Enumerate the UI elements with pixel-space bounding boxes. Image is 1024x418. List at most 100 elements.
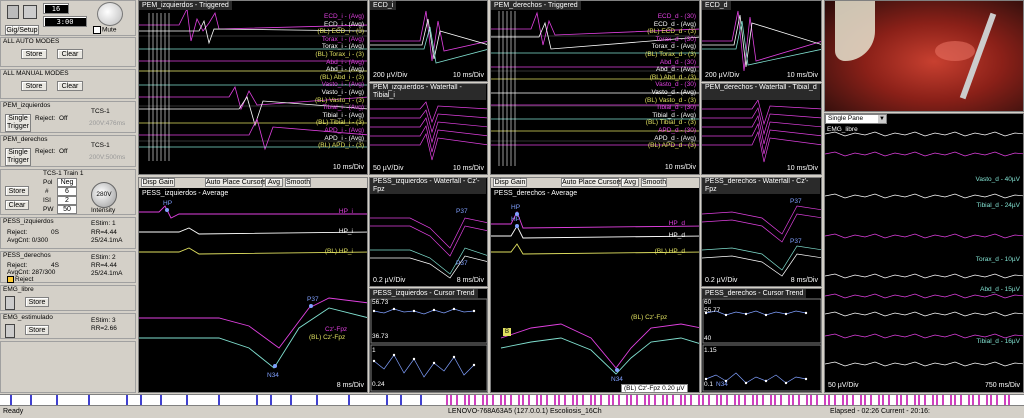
- trace-label: (BL) HP_i: [324, 248, 353, 255]
- tcs-detail: 200V:500ms: [89, 154, 126, 161]
- volume-knob-icon[interactable]: [97, 2, 123, 26]
- store-button[interactable]: Store: [25, 297, 49, 307]
- timeline-event: [842, 395, 844, 405]
- pess-izquierdos-group: PESS_izquierdos EStim: 1 Reject: 0S AvgC…: [0, 217, 136, 249]
- trend-point: [392, 353, 396, 357]
- time-scale: 8 ms/Div: [790, 277, 818, 284]
- pw-label: PW: [43, 206, 54, 213]
- timeline-event: [942, 395, 944, 405]
- store-button[interactable]: Store: [21, 49, 47, 59]
- peak-label: HP: [511, 204, 521, 211]
- pess-derechos-average-panel[interactable]: Disp Gain Auto Place Cursors Avg Smooth …: [490, 177, 700, 393]
- baseline-marker: B: [503, 328, 511, 336]
- clear-button[interactable]: Clear: [5, 200, 29, 210]
- ecd-d-panel[interactable]: ECD_d 200 µV/Div 10 ms/Div: [701, 0, 822, 82]
- gain-setup-button[interactable]: Gig/Setup: [5, 25, 39, 35]
- mute-checkbox[interactable]: Mute: [93, 26, 116, 34]
- event-timeline[interactable]: [0, 394, 1024, 405]
- pem-derechos-waterfall-panel[interactable]: PEM_derechos - Waterfall - Tibial_d 10 m…: [701, 83, 822, 175]
- isi-label: ISI: [43, 197, 51, 204]
- trace: [139, 227, 367, 235]
- trend-point: [744, 381, 748, 385]
- trend-point: [804, 377, 808, 381]
- waterfall-traces: [370, 217, 487, 279]
- emg-libre-panel[interactable]: Single Pane ▼ EMG_libre Vasto_d - 40µV T…: [824, 113, 1024, 393]
- store-button[interactable]: Store: [21, 81, 47, 91]
- timeline-event: [522, 395, 524, 405]
- pess-izquierdos-cursor-trend-panel[interactable]: PESS_izquierdos - Cursor Trend 56.73 36.…: [369, 288, 488, 393]
- trace-label: Torax_d - 10µV: [975, 256, 1020, 263]
- trend-point: [432, 361, 436, 365]
- trace: [825, 273, 1023, 279]
- trace-label: (BL) HP_d: [654, 248, 685, 255]
- trend-point: [452, 355, 456, 359]
- trace-label: Vasto_d - (30): [655, 81, 696, 89]
- pem-izquierdos-triggered-panel[interactable]: PEM_izquierdos - Triggered 10 ms/Div ECD…: [138, 0, 368, 175]
- ecd-traces: [370, 10, 487, 64]
- timeline-event: [756, 395, 758, 405]
- timeline-event: [968, 395, 970, 405]
- trend-point: [804, 311, 808, 315]
- stimulator-group: TCS-1 Train 1 Store Clear Pol Neg # 6 IS…: [0, 169, 136, 215]
- reject-checkbox[interactable]: Reject: [7, 276, 33, 283]
- timeline-event: [564, 395, 566, 405]
- tcs-detail: 200V:476ms: [89, 120, 126, 127]
- timeline-event: [720, 395, 722, 405]
- pess-izquierdos-average-panel[interactable]: Disp Gain Auto Place Cursors Avg Smooth …: [138, 177, 368, 393]
- store-button[interactable]: Store: [25, 325, 49, 335]
- trace-label: Vasto_i - (Avg): [321, 89, 364, 96]
- peak-label: N34: [611, 376, 623, 383]
- num-select[interactable]: 6: [57, 187, 77, 196]
- timeline-event: [752, 395, 754, 405]
- trend-line: [705, 310, 807, 316]
- all-auto-modes-group: ALL AUTO MODES Store Clear: [0, 37, 136, 67]
- timeline-event: [218, 395, 220, 405]
- trend-point: [372, 359, 376, 363]
- pem-izquierdos-waterfall-panel[interactable]: PEM_izquierdos - Waterfall - Tibial_i 50…: [369, 83, 488, 175]
- clear-button[interactable]: Clear: [57, 49, 83, 59]
- pess-derechos-cursor-trend-panel[interactable]: PESS_derechos - Cursor Trend 60 55.77 40…: [701, 288, 822, 393]
- timeline-event: [828, 395, 830, 405]
- intensity-knob[interactable]: 280V: [91, 182, 117, 208]
- pess-derechos-group: PESS_derechos EStim: 2 Reject: 4S AvgCnt…: [0, 251, 136, 283]
- isi-select[interactable]: 2: [57, 196, 77, 205]
- timeline-event: [1008, 395, 1010, 405]
- timeline-event: [900, 395, 902, 405]
- single-trigger-button[interactable]: Single Trigger: [5, 148, 31, 166]
- trace: [139, 205, 367, 219]
- timeline-event: [468, 395, 470, 405]
- timeline-event: [528, 395, 530, 405]
- store-button[interactable]: Store: [5, 186, 29, 196]
- trace: [825, 233, 1023, 239]
- pane-select[interactable]: Single Pane ▼: [825, 114, 887, 124]
- pem-derechos-triggered-panel[interactable]: PEM_derechos - Triggered 10 ms/Div ECD_d…: [490, 0, 700, 175]
- timeline-event: [540, 395, 542, 405]
- pol-select[interactable]: Neg: [57, 178, 77, 187]
- all-manual-modes-group: ALL MANUAL MODES Store Clear: [0, 69, 136, 99]
- timeline-event: [594, 395, 596, 405]
- group-title: PEM_izquierdos: [3, 102, 51, 109]
- num-label: #: [45, 188, 49, 195]
- trend-axis-value: 40: [704, 335, 712, 342]
- trace: [825, 361, 1023, 367]
- timeline-event: [492, 395, 494, 405]
- panel-title: PESS_derechos - Average: [494, 190, 578, 197]
- ecd-i-panel[interactable]: ECD_i 200 µV/Div 10 ms/Div: [369, 0, 488, 82]
- trace: [370, 255, 487, 279]
- timeline-event: [636, 395, 638, 405]
- single-trigger-button[interactable]: Single Trigger: [5, 114, 31, 132]
- group-title: ALL MANUAL MODES: [3, 70, 69, 77]
- pess-derechos-waterfall-panel[interactable]: PESS_derechos - Waterfall - Cz'-Fpz P37 …: [701, 177, 822, 287]
- pw-select[interactable]: 50: [57, 205, 77, 214]
- trace-label: (BL) Vasto_d - (3): [644, 96, 696, 104]
- rr-value: RR=4.44: [91, 229, 117, 236]
- peak-label: P37: [456, 208, 468, 215]
- timeline-event: [810, 395, 812, 405]
- pem-derechos-group: PEM_derechos Single Trigger Reject: Off …: [0, 135, 136, 167]
- clear-button[interactable]: Clear: [57, 81, 83, 91]
- reject-check-icon: [7, 276, 14, 283]
- pess-izquierdos-waterfall-panel[interactable]: PESS_izquierdos - Waterfall - Cz'-Fpz P3…: [369, 177, 488, 287]
- panel-title: EMG_libre: [827, 126, 858, 133]
- timeline-event: [618, 395, 620, 405]
- cursor-readout: (BL) Cz'-Fpz 0.20 µV: [621, 384, 688, 392]
